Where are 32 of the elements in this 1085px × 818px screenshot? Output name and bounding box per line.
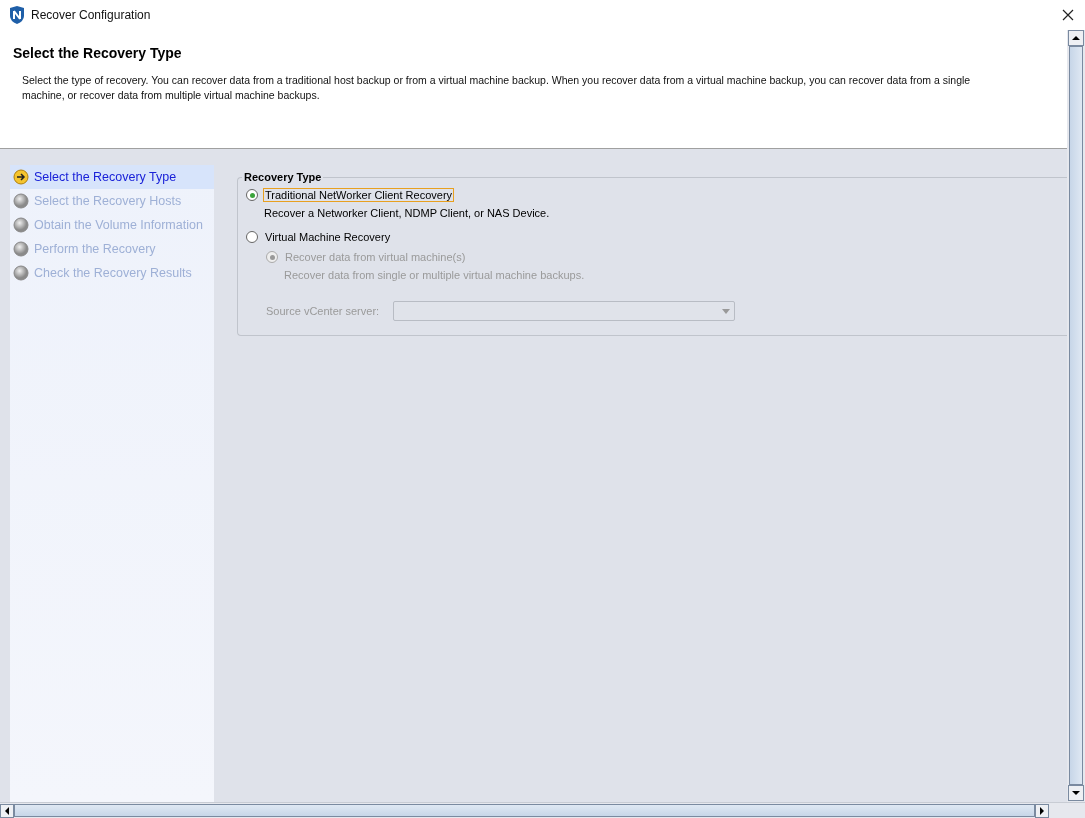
window-title: Recover Configuration: [31, 8, 151, 22]
scroll-left-icon[interactable]: [0, 803, 14, 818]
scroll-up-icon[interactable]: [1068, 30, 1084, 46]
option-description: Recover a Networker Client, NDMP Client, or NAS Device.: [263, 206, 551, 221]
radio-label[interactable]: Traditional NetWorker Client Recovery: [263, 188, 455, 202]
radio-label[interactable]: Virtual Machine Recovery: [263, 230, 393, 244]
scroll-right-icon[interactable]: [1035, 803, 1049, 818]
page-heading: Select the Recovery Type: [12, 44, 183, 61]
horizontal-scrollbar[interactable]: [0, 802, 1085, 818]
radio-button[interactable]: [246, 189, 258, 201]
bullet-icon: [13, 217, 29, 233]
shield-logo-icon: [9, 6, 25, 24]
arrow-bullet-icon: [13, 169, 29, 185]
wizard-step[interactable]: Select the Recovery Type: [10, 165, 214, 189]
bullet-icon: [13, 265, 29, 281]
option-description: Recover data from single or multiple virtual machine backups.: [283, 268, 586, 283]
page-description: Select the type of recovery. You can recover data from a traditional host backup or from a virtual machine backup. When you recover data from a virtual machine backup, you can recover data from a single machine, or recover data from multiple virtual machine backups.: [21, 73, 972, 103]
radio-button[interactable]: [246, 231, 258, 243]
dropdown-arrow-icon: [722, 308, 731, 314]
bullet-icon: [13, 241, 29, 257]
scrollbar-thumb[interactable]: [14, 804, 1035, 817]
wizard-step[interactable]: Perform the Recovery: [10, 237, 214, 261]
bullet-icon: [13, 193, 29, 209]
wizard-step[interactable]: Obtain the Volume Information: [10, 213, 214, 237]
field-label: Source vCenter server:: [266, 305, 380, 317]
group-legend: Recovery Type: [242, 171, 324, 183]
wizard-step[interactable]: Select the Recovery Hosts: [10, 189, 214, 213]
scroll-down-icon[interactable]: [1068, 785, 1084, 801]
scrollbar-thumb[interactable]: [1069, 46, 1083, 785]
wizard-step[interactable]: Check the Recovery Results: [10, 261, 214, 285]
vertical-scrollbar[interactable]: [1067, 30, 1085, 802]
close-icon[interactable]: [1062, 9, 1074, 21]
